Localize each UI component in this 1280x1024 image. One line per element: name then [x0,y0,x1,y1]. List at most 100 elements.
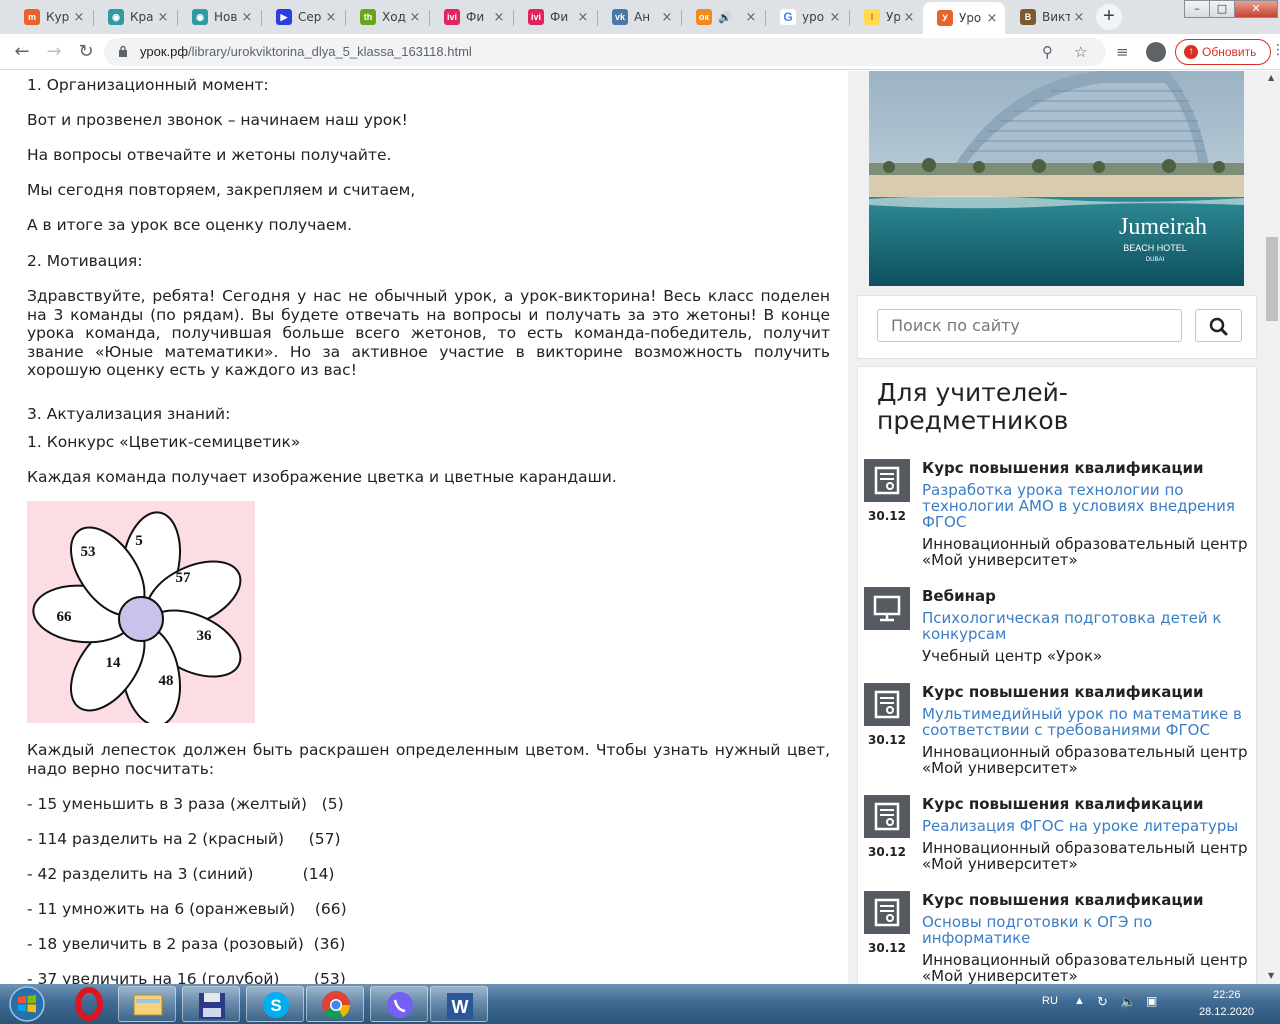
opera-taskbar-button[interactable] [60,986,118,1022]
close-window-button[interactable]: ✕ [1234,0,1278,18]
chrome-icon [322,991,350,1019]
clock-date[interactable]: 28.12.2020 [1199,1006,1254,1018]
tab-9[interactable]: ок 🔊 × [682,2,764,32]
reload-button[interactable]: ↻ [74,40,98,64]
course-title-link[interactable]: Психологическая подготовка детей к конку… [922,610,1247,642]
close-tab-icon[interactable]: × [574,10,592,25]
tab-title: Кур [46,10,70,24]
tab-title: Ан [634,10,651,24]
close-tab-icon[interactable]: × [406,10,424,25]
close-tab-icon[interactable]: × [658,10,676,25]
tab-6[interactable]: ivi Фи × [430,2,512,32]
article-paragraph: 1. Организационный момент: [27,76,269,94]
reading-list-icon[interactable]: ≡ [1116,43,1129,61]
close-tab-icon[interactable]: × [900,10,918,25]
flower-center [118,596,164,642]
viber-taskbar-button[interactable] [370,986,428,1022]
search-input[interactable]: Поиск по сайту [877,309,1182,342]
close-tab-icon[interactable]: × [983,11,1001,26]
skype-taskbar-button[interactable]: S [246,986,304,1022]
certificate-icon[interactable] [864,795,910,838]
opera-icon [75,987,103,1021]
article-paragraph: Мы сегодня повторяем, закрепляем и счита… [27,181,416,199]
viber-icon [387,992,413,1018]
search-button[interactable] [1195,309,1242,342]
update-arrow-icon: ↑ [1184,45,1198,59]
scrollbar-thumb[interactable] [1266,237,1278,321]
new-tab-button[interactable]: + [1096,4,1122,30]
menu-dots-icon[interactable]: ⋮ [1271,42,1280,58]
close-tab-icon[interactable]: × [238,10,256,25]
certificate-icon[interactable] [864,891,910,934]
language-indicator[interactable]: RU [1042,995,1058,1007]
course-kind: Курс повышения квалификации [922,795,1204,813]
course-title-link[interactable]: Реализация ФГОС на уроке литературы [922,818,1247,834]
flower-drawing: 5 57 36 48 14 66 53 [32,511,242,727]
page-scrollbar[interactable]: ▲ ▼ [1264,71,1280,984]
course-date: 30.12 [868,845,906,859]
close-tab-icon[interactable]: × [1070,10,1088,25]
back-button[interactable]: ← [10,40,34,64]
course-date: 30.12 [868,509,906,523]
update-button[interactable]: ↑ Обновить [1175,39,1271,65]
forward-button[interactable]: → [42,40,66,64]
course-title-link[interactable]: Мультимедийный урок по математике в соот… [922,706,1247,738]
close-tab-icon[interactable]: × [154,10,172,25]
ad-line2: BEACH HOTEL [1123,243,1187,253]
tab-7[interactable]: ivi Фи × [514,2,596,32]
tab-2[interactable]: ◉ Кра × [94,2,176,32]
course-title-link[interactable]: Разработка урока технологии по технологи… [922,482,1247,530]
petal-number: 14 [106,655,122,671]
close-tab-icon[interactable]: × [70,10,88,25]
tab-5[interactable]: th Ход × [346,2,428,32]
scroll-down-arrow-icon[interactable]: ▼ [1268,971,1274,980]
tab-4[interactable]: ▶ Сер × [262,2,344,32]
hotel-ad-banner[interactable]: Jumeirah BEACH HOTEL DUBAI [869,71,1244,286]
tab-title: Кра [130,10,154,24]
chrome-taskbar-button[interactable] [306,986,364,1022]
article-paragraph: Каждый лепесток должен быть раскрашен оп… [27,741,830,778]
course-organization: Инновационный образовательный центр «Мой… [922,839,1248,873]
petal-number: 36 [197,628,213,644]
tab-8[interactable]: vk Ан × [598,2,680,32]
minimize-window-button[interactable]: – [1184,0,1210,18]
maximize-window-button[interactable]: □ [1209,0,1235,18]
close-tab-icon[interactable]: × [490,10,508,25]
sync-icon[interactable]: ↻ [1097,994,1108,1010]
scroll-up-arrow-icon[interactable]: ▲ [1268,73,1274,82]
tab-1[interactable]: m Кур × [10,2,92,32]
word-taskbar-button[interactable]: W [430,986,488,1022]
tab-11[interactable]: I Уро× [850,2,922,32]
course-title-link[interactable]: Основы подготовки к ОГЭ по информатике [922,914,1247,946]
network-icon[interactable]: ▣ [1146,994,1157,1008]
start-button[interactable] [2,984,52,1024]
browser-toolbar: ← → ↻ урок.рф/library/urokviktorina_dlya… [0,34,1280,70]
clock-time[interactable]: 22:26 [1213,989,1241,1001]
tray-expand-icon[interactable]: ▲ [1074,995,1085,1007]
tab-13[interactable]: В Викто× [1006,2,1092,32]
certificate-icon[interactable] [864,459,910,502]
tab-3[interactable]: ◉ Нов × [178,2,260,32]
audio-playing-icon[interactable]: 🔊 [718,11,732,24]
save-disk-taskbar-button[interactable] [182,986,240,1022]
profile-avatar-icon[interactable] [1146,42,1166,62]
article-paragraph: На вопросы отвечайте и жетоны получайте. [27,146,392,164]
close-tab-icon[interactable]: × [742,10,760,25]
article-paragraph: 1. Конкурс «Цветик-семицветик» [27,433,301,451]
close-tab-icon[interactable]: × [826,10,844,25]
course-organization: Инновационный образовательный центр «Мой… [922,743,1248,777]
tab-10[interactable]: Gуро × [766,2,848,32]
bookmark-star-icon[interactable]: ☆ [1074,43,1087,61]
zoom-icon[interactable]: ⚲ [1042,43,1053,61]
article-paragraph: 3. Актуализация знаний: [27,405,231,423]
certificate-icon[interactable] [864,683,910,726]
tab-12[interactable]: У Уро × [923,2,1005,34]
course-kind: Курс повышения квалификации [922,459,1204,477]
volume-icon[interactable]: 🔈 [1120,994,1136,1010]
course-kind: Вебинар [922,587,996,605]
file-explorer-taskbar-button[interactable] [118,986,176,1022]
close-tab-icon[interactable]: × [322,10,340,25]
urok-favicon: У [937,10,953,26]
address-bar[interactable]: урок.рф/library/urokviktorina_dlya_5_kla… [104,38,1106,66]
monitor-icon[interactable] [864,587,910,630]
